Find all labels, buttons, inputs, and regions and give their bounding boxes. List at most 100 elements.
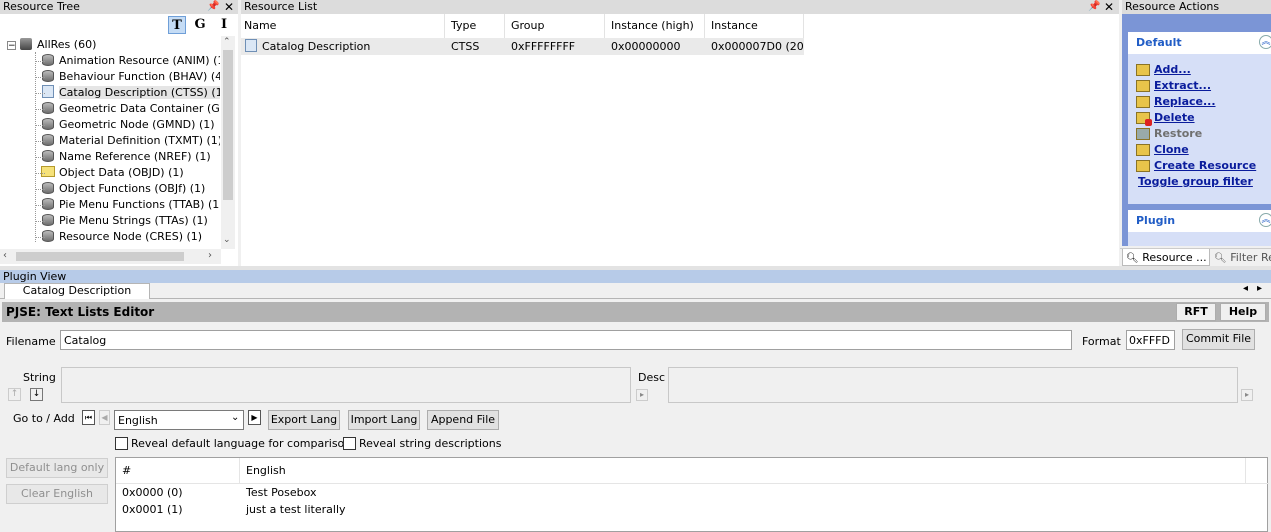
tree-root[interactable]: − AllRes (60)	[7, 37, 96, 53]
action-add[interactable]: Add...	[1136, 62, 1271, 78]
collapse-chevron-icon[interactable]: ︽	[1259, 213, 1271, 227]
next-language-button[interactable]: ▶	[248, 410, 261, 425]
rft-button[interactable]: RFT	[1176, 303, 1216, 321]
plugin-view-title: Plugin View	[0, 270, 1271, 283]
table-row[interactable]: 0x0001 (1) just a test literally	[116, 501, 1269, 518]
plugin-group-header[interactable]: Plugin ︽	[1128, 210, 1271, 232]
column-header-instance[interactable]: Instance	[705, 14, 804, 38]
folder-icon	[41, 166, 55, 177]
export-lang-button[interactable]: Export Lang	[268, 410, 340, 430]
toggle-group-filter-link[interactable]: Toggle group filter	[1138, 174, 1253, 190]
string-textarea[interactable]	[61, 367, 631, 403]
tree-item[interactable]: Name Reference (NREF) (1)	[35, 149, 211, 165]
first-language-button[interactable]: ⏮	[82, 410, 95, 425]
resource-list-title: Resource List 📌 ✕	[241, 0, 1119, 14]
collapse-chevron-icon[interactable]: ︽	[1259, 35, 1271, 49]
column-header-english[interactable]: English	[246, 464, 286, 477]
action-delete-label[interactable]: Delete	[1154, 110, 1195, 126]
close-icon[interactable]: ✕	[224, 0, 234, 14]
format-input[interactable]	[1126, 330, 1175, 350]
reveal-string-descriptions-checkbox[interactable]	[343, 437, 356, 450]
scroll-down-icon[interactable]: ⌄	[223, 235, 231, 245]
tree-item-label: Object Functions (OBJf) (1)	[59, 182, 206, 195]
resource-tree-title: Resource Tree 📌 ✕	[0, 0, 238, 14]
tab-resource[interactable]: 🔍︎ Resource ...	[1122, 249, 1210, 266]
tree-connector	[35, 221, 45, 222]
filename-input[interactable]	[60, 330, 1072, 350]
table-row[interactable]: Catalog Description CTSS 0xFFFFFFFF 0x00…	[241, 38, 804, 55]
close-icon[interactable]: ✕	[1104, 0, 1114, 14]
table-row[interactable]: 0x0000 (0) Test Posebox	[116, 484, 1269, 501]
tab-scroll-left-icon[interactable]: ◂	[1243, 283, 1248, 294]
tab-scroll-right-icon[interactable]: ▸	[1257, 283, 1262, 294]
scroll-thumb[interactable]	[223, 50, 233, 200]
tree-item-label: Material Definition (TXMT) (1)	[59, 134, 220, 147]
collapse-icon[interactable]: −	[7, 41, 16, 51]
commit-file-button[interactable]: Commit File	[1182, 329, 1255, 350]
default-group: Default ︽ Add... Extract... Replace... D…	[1128, 32, 1271, 204]
scroll-thumb[interactable]	[16, 252, 184, 261]
column-header-name[interactable]: Name	[241, 14, 445, 38]
language-select[interactable]: English ⌄	[114, 410, 244, 430]
tree-item[interactable]: Pie Menu Functions (TTAB) (1)	[35, 197, 220, 213]
tree-item[interactable]: Geometric Data Container (GMDC	[35, 101, 220, 117]
mode-button-text[interactable]: T	[168, 16, 186, 34]
desc-scroll-left-icon[interactable]: ▸	[636, 389, 648, 401]
default-group-header[interactable]: Default ︽	[1128, 32, 1271, 54]
database-icon	[42, 118, 54, 130]
tree-item[interactable]: Material Definition (TXMT) (1)	[35, 133, 220, 149]
chevron-down-icon: ⌄	[231, 412, 240, 423]
tree-horizontal-scrollbar[interactable]: ‹ ›	[0, 249, 221, 264]
tab-catalog-description[interactable]: Catalog Description	[4, 283, 150, 299]
plugin-group: Plugin ︽	[1128, 210, 1271, 246]
row-text: Test Posebox	[246, 486, 317, 499]
mode-button-graph[interactable]: G	[192, 16, 208, 34]
tree-item[interactable]: Pie Menu Strings (TTAs) (1)	[35, 213, 208, 229]
import-lang-button[interactable]: Import Lang	[348, 410, 420, 430]
action-clone[interactable]: Clone	[1136, 142, 1271, 158]
column-header-type[interactable]: Type	[445, 14, 505, 38]
action-create-label[interactable]: Create Resource	[1154, 158, 1256, 174]
strings-table: # English 0x0000 (0) Test Posebox 0x0001…	[115, 457, 1269, 532]
tab-filter[interactable]: 🔍︎ Filter Re	[1212, 249, 1271, 266]
scroll-right-icon[interactable]: ›	[208, 250, 212, 261]
pin-icon[interactable]: 📌	[207, 0, 219, 14]
tree-item[interactable]: Resource Node (CRES) (1)	[35, 229, 202, 245]
action-replace-label[interactable]: Replace...	[1154, 94, 1216, 110]
column-header-instance-high[interactable]: Instance (high)	[605, 14, 705, 38]
action-clone-label[interactable]: Clone	[1154, 142, 1189, 158]
clear-english-button: Clear English	[6, 484, 108, 504]
action-replace[interactable]: Replace...	[1136, 94, 1271, 110]
help-button[interactable]: Help	[1220, 303, 1266, 321]
action-extract-label[interactable]: Extract...	[1154, 78, 1211, 94]
desc-scroll-right-icon[interactable]: ▸	[1241, 389, 1253, 401]
tree-item-selected[interactable]: Catalog Description (CTSS) (1)	[35, 85, 220, 101]
tree-item-label: Object Data (OBJD) (1)	[59, 166, 184, 179]
reveal-default-language-checkbox[interactable]	[115, 437, 128, 450]
action-create-resource[interactable]: Create Resource	[1136, 158, 1271, 174]
scroll-left-icon[interactable]: ‹	[3, 250, 7, 261]
clone-icon	[1136, 144, 1150, 156]
action-list: Add... Extract... Replace... Delete Rest…	[1136, 62, 1271, 202]
tree-item[interactable]: Object Functions (OBJf) (1)	[35, 181, 206, 197]
tree-item[interactable]: Animation Resource (ANIM) (1)	[35, 53, 220, 69]
tree-item[interactable]: Behaviour Function (BHAV) (44)	[35, 69, 220, 85]
action-extract[interactable]: Extract...	[1136, 78, 1271, 94]
tree-item[interactable]: Geometric Node (GMND) (1)	[35, 117, 215, 133]
tree-vertical-scrollbar[interactable]: ⌃ ⌄	[221, 36, 235, 249]
desc-textarea[interactable]	[668, 367, 1238, 403]
action-delete[interactable]: Delete	[1136, 110, 1271, 126]
scroll-up-icon[interactable]: ⌃	[223, 37, 231, 47]
pin-icon[interactable]: 📌	[1088, 0, 1100, 14]
tree-connector	[35, 125, 45, 126]
tree-item-label: Animation Resource (ANIM) (1)	[59, 54, 220, 67]
mode-button-instance[interactable]: I	[218, 16, 230, 34]
append-file-button[interactable]: Append File	[427, 410, 499, 430]
database-icon	[42, 150, 54, 162]
column-header-group[interactable]: Group	[505, 14, 605, 38]
action-add-label[interactable]: Add...	[1154, 62, 1191, 78]
column-header-index[interactable]: #	[122, 464, 131, 477]
plugin-group-label: Plugin	[1136, 214, 1176, 227]
move-down-button[interactable]: ↓	[30, 388, 43, 401]
tree-item[interactable]: Object Data (OBJD) (1)	[35, 165, 184, 181]
